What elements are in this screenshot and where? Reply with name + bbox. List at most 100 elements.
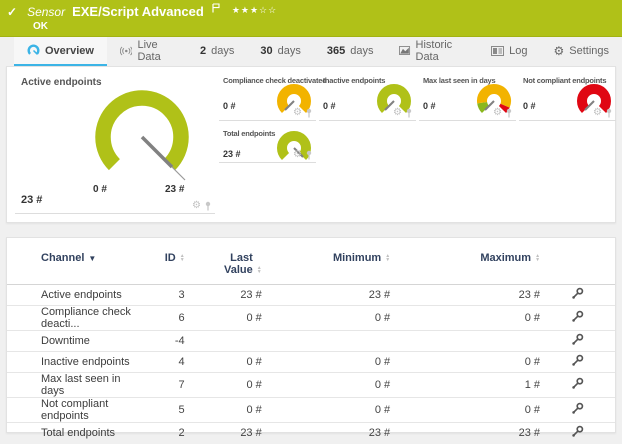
channel-name: Inactive endpoints (7, 352, 146, 373)
tab-30-days[interactable]: 30days (247, 37, 314, 66)
tab-365-days[interactable]: 365 days (314, 37, 387, 66)
total-endpoints-gauge[interactable] (274, 127, 314, 167)
column-label: Minimum (333, 252, 381, 264)
gauges-panel: Active endpoints 0 # 23 # 23 # ⚙ Complia… (6, 66, 616, 223)
pin-icon[interactable] (305, 108, 313, 118)
channel-minimum: 23 # (262, 423, 390, 444)
channel-settings-wrench-icon[interactable] (571, 354, 584, 367)
column-header-channel[interactable]: Channel▼ (7, 248, 146, 285)
tab-number: 365 (327, 45, 345, 57)
sensor-status-badge: OK (33, 21, 48, 32)
channel-minimum: 0 # (262, 398, 390, 423)
priority-stars[interactable]: ★★★☆☆ (232, 5, 277, 16)
channel-maximum: 0 # (390, 306, 540, 331)
column-header-last-value[interactable]: Last Value▲▼ (185, 248, 262, 285)
channel-last-value (185, 331, 262, 352)
channel-maximum: 1 # (390, 373, 540, 398)
pin-icon[interactable] (405, 108, 413, 118)
tab-overview[interactable]: Overview (14, 37, 107, 66)
tab-label: Log (509, 45, 527, 57)
table-row: Max last seen in days 7 0 # 0 # 1 # (7, 373, 615, 398)
pin-icon[interactable] (505, 108, 513, 118)
gauge-needle (142, 137, 172, 167)
channel-maximum: 0 # (390, 352, 540, 373)
gauge-cell-inactive-endpoints: Inactive endpoints 0 # ⚙ (319, 72, 416, 121)
tab-2-days[interactable]: 2days (187, 37, 247, 66)
channels-table: Channel▼ ID ▲▼ Last Value▲▼ Minimum ▲▼ Max… (7, 248, 615, 444)
gauge-scale-max: 23 # (165, 184, 184, 195)
active-endpoints-gauge[interactable] (87, 82, 197, 192)
gauge-settings-gear-icon[interactable]: ⚙ (593, 108, 602, 118)
pin-icon[interactable] (305, 150, 313, 160)
sensor-header: ✓ Sensor EXE/Script Advanced ★★★☆☆ OK (0, 0, 622, 37)
gauge-settings-gear-icon[interactable]: ⚙ (192, 201, 201, 211)
gauge-value: 0 # (423, 101, 436, 111)
channel-settings-wrench-icon[interactable] (571, 310, 584, 323)
tab-number: 30 (260, 45, 272, 57)
flag-icon[interactable] (212, 0, 220, 18)
tab-live-data[interactable]: Live Data (107, 37, 187, 66)
channel-settings-wrench-icon[interactable] (571, 402, 584, 415)
live-data-icon (120, 45, 133, 57)
channel-maximum (390, 331, 540, 352)
channel-minimum: 23 # (262, 285, 390, 306)
gauge-settings-gear-icon[interactable]: ⚙ (393, 108, 402, 118)
tab-label: days (350, 45, 373, 57)
channel-id: 3 (146, 285, 185, 306)
tab-label: days (211, 45, 234, 57)
gauge-value: 23 # (223, 149, 241, 159)
gauge-value: 0 # (323, 101, 336, 111)
channel-id: 4 (146, 352, 185, 373)
table-row: Active endpoints 3 23 # 23 # 23 # (7, 285, 615, 306)
channel-maximum: 23 # (390, 285, 540, 306)
channel-last-value: 0 # (185, 352, 262, 373)
channels-panel: Channel▼ ID ▲▼ Last Value▲▼ Minimum ▲▼ Max… (6, 237, 616, 433)
gauge-cell-total-endpoints: Total endpoints 23 # ⚙ (219, 125, 316, 163)
gauge-cell-max-last-seen: Max last seen in days 0 # ⚙ (419, 72, 516, 121)
column-header-id[interactable]: ID ▲▼ (146, 248, 185, 285)
channel-last-value: 0 # (185, 398, 262, 423)
table-row: Compliance check deacti... 6 0 # 0 # 0 # (7, 306, 615, 331)
tab-log[interactable]: Log (478, 37, 540, 66)
column-header-minimum[interactable]: Minimum ▲▼ (262, 248, 390, 285)
tab-historic-data[interactable]: Historic Data (386, 37, 478, 66)
sort-icon: ▲▼ (535, 254, 540, 262)
channel-id: 7 (146, 373, 185, 398)
column-header-maximum[interactable]: Maximum▲▼ (390, 248, 540, 285)
tab-label: Live Data (137, 39, 174, 63)
historic-chart-icon (399, 45, 410, 56)
gauge-value: 0 # (223, 101, 236, 111)
channel-maximum: 0 # (390, 398, 540, 423)
table-row: Inactive endpoints 4 0 # 0 # 0 # (7, 352, 615, 373)
channel-minimum: 0 # (262, 306, 390, 331)
pin-icon[interactable] (605, 108, 613, 118)
table-row: Downtime -4 (7, 331, 615, 352)
tab-bar: Overview Live Data 2days 30days 365days … (0, 37, 622, 66)
gauge-settings-gear-icon[interactable]: ⚙ (293, 150, 302, 160)
channel-minimum: 0 # (262, 352, 390, 373)
sensor-title: EXE/Script Advanced (72, 4, 204, 19)
sort-icon: ▲▼ (385, 254, 390, 262)
channel-settings-wrench-icon[interactable] (571, 377, 584, 390)
gauge-cell-compliance-check: Compliance check deactivated 0 # ⚙ (219, 72, 316, 121)
channel-name: Total endpoints (7, 423, 146, 444)
pin-icon[interactable] (204, 201, 212, 211)
sort-icon: ▲▼ (180, 254, 185, 262)
gauge-scale-min: 0 # (93, 184, 107, 195)
gauge-settings-gear-icon[interactable]: ⚙ (493, 108, 502, 118)
sort-icon: ▲▼ (257, 266, 262, 274)
gauge-icon (27, 44, 40, 57)
channel-name: Compliance check deacti... (7, 306, 146, 331)
channel-settings-wrench-icon[interactable] (571, 333, 584, 346)
channel-id: 6 (146, 306, 185, 331)
channel-last-value: 0 # (185, 306, 262, 331)
channel-settings-wrench-icon[interactable] (571, 287, 584, 300)
gauge-settings-gear-icon[interactable]: ⚙ (293, 108, 302, 118)
column-label: ID (165, 252, 176, 264)
table-row: Total endpoints 2 23 # 23 # 23 # (7, 423, 615, 444)
gauge-value: 0 # (523, 101, 536, 111)
channel-id: 2 (146, 423, 185, 444)
gauge-needle-tip (172, 167, 185, 180)
channel-minimum (262, 331, 390, 352)
tab-settings[interactable]: ⚙ Settings (540, 37, 622, 66)
